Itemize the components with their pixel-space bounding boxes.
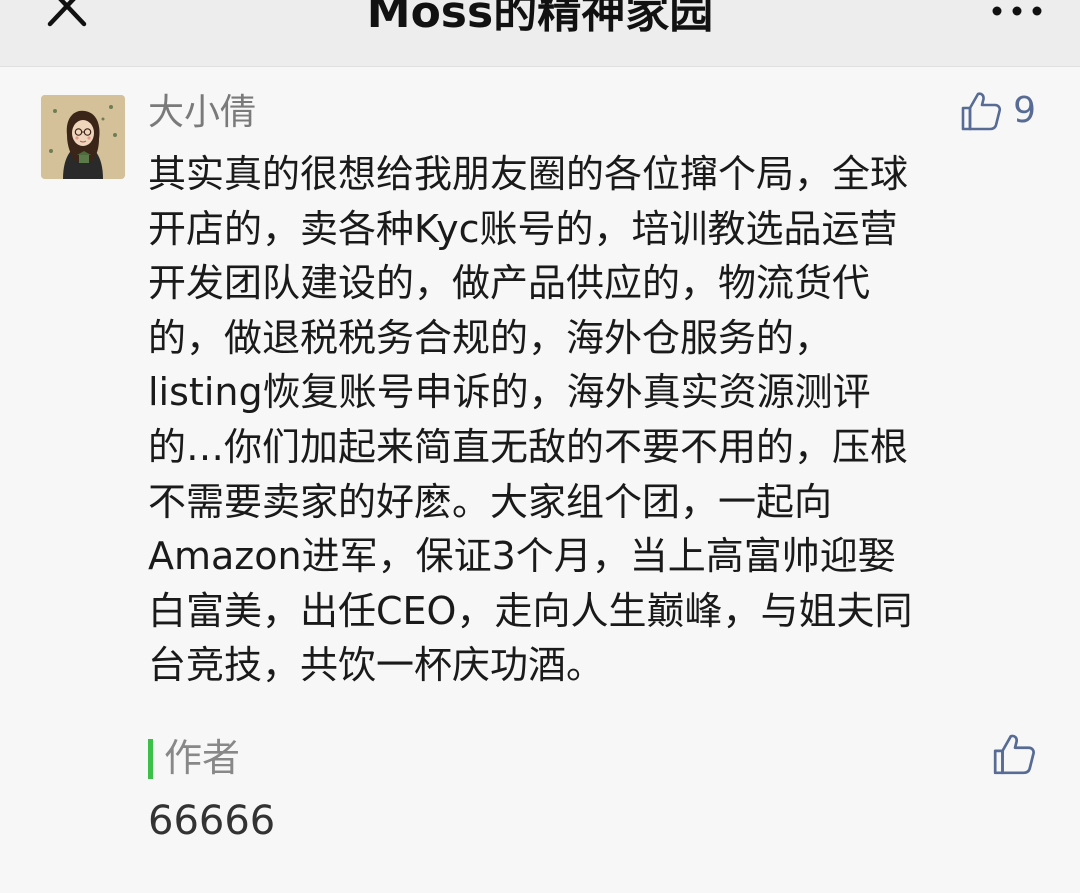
reply-like-button[interactable] (991, 731, 1037, 777)
avatar-image (41, 95, 125, 179)
thumbs-up-icon (993, 734, 1035, 775)
more-button[interactable] (988, 0, 1048, 30)
username[interactable]: 大小倩 (148, 89, 256, 137)
author-label: 作者 (164, 736, 241, 780)
like-count: 9 (1013, 90, 1036, 131)
thumbs-up-icon (961, 92, 1002, 131)
more-icon (992, 6, 1042, 16)
top-bar: Moss的精神家园 (0, 0, 1080, 67)
reply-text: 66666 (148, 798, 276, 844)
avatar[interactable] (41, 95, 125, 179)
comment-text: 其实真的很想给我朋友圈的各位撺个局，全球 开店的，卖各种Kyc账号的，培训教选品… (148, 152, 913, 688)
like-button[interactable]: 9 (959, 87, 1036, 135)
author-indicator-bar (148, 739, 153, 779)
page-title: Moss的精神家园 (366, 0, 714, 38)
comment-item: 大小倩 9 其实真的很想给我朋友圈的各位撺个局，全球 开店的，卖各种Kyc账号的… (0, 67, 1080, 893)
